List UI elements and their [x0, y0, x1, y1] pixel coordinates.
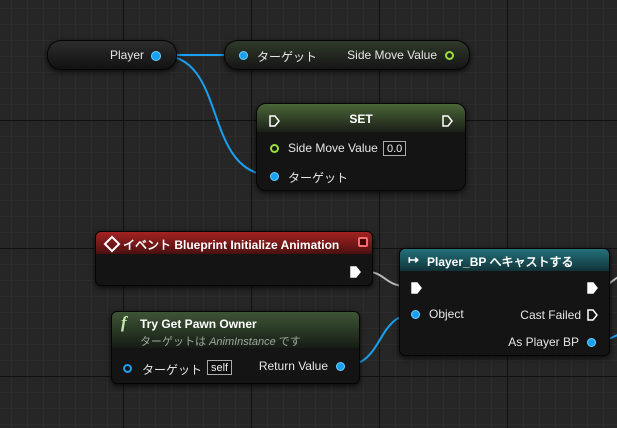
- diamond-icon: [103, 235, 121, 253]
- cast-failed-label: Cast Failed: [520, 308, 581, 322]
- player-output-pin[interactable]: [151, 51, 161, 61]
- set-side-move-value-input[interactable]: 0.0: [383, 141, 407, 156]
- pawn-subtitle-suffix: です: [275, 336, 301, 348]
- cast-object-label: Object: [429, 307, 464, 321]
- pawn-target-self-box[interactable]: self: [207, 360, 233, 375]
- cast-failed-exec-pin[interactable]: [587, 309, 598, 321]
- cast-object-pin[interactable]: [411, 310, 420, 319]
- event-title: イベント Blueprint Initialize Animation: [123, 238, 340, 252]
- set-target-pin[interactable]: [270, 172, 279, 181]
- as-player-bp-pin[interactable]: [587, 338, 596, 347]
- pawn-title: Try Get Pawn Owner: [140, 317, 257, 331]
- pawn-subtitle-class: AnimInstance: [209, 336, 276, 348]
- pawn-target-pin[interactable]: [123, 364, 132, 373]
- pawn-subtitle: ターゲットは AnimInstance です: [140, 333, 301, 349]
- cast-to-player-bp-node[interactable]: ↦ Player_BP へキャストする Object Cast Failed A…: [399, 248, 610, 356]
- get-target-pin[interactable]: [239, 51, 248, 60]
- event-exec-out-pin[interactable]: [350, 266, 361, 278]
- pawn-target-label: ターゲット: [142, 363, 203, 377]
- cast-exec-in-pin[interactable]: [411, 282, 422, 294]
- set-side-move-pin[interactable]: [270, 144, 279, 153]
- cast-arrow-icon: ↦: [408, 252, 419, 267]
- cast-exec-out-pin[interactable]: [587, 282, 598, 294]
- set-exec-out-pin[interactable]: [442, 115, 453, 127]
- pawn-return-label: Return Value: [258, 359, 328, 373]
- set-node[interactable]: SET Side Move Value 0.0 ターゲット: [256, 103, 466, 191]
- set-node-header: SET: [257, 104, 465, 132]
- set-target-label: ターゲット: [288, 171, 349, 185]
- set-side-move-label: Side Move Value: [288, 141, 378, 155]
- event-delegate-pin[interactable]: [358, 237, 368, 247]
- as-player-bp-label: As Player BP: [508, 335, 579, 349]
- function-f-icon: f: [121, 313, 127, 332]
- set-title: SET: [349, 112, 373, 126]
- set-exec-in-pin[interactable]: [269, 115, 280, 127]
- pawn-subtitle-prefix: ターゲットは: [140, 336, 210, 348]
- event-initialize-animation-node[interactable]: イベント Blueprint Initialize Animation: [95, 231, 373, 286]
- player-label: Player: [109, 48, 144, 62]
- pawn-node-header: f Try Get Pawn Owner ターゲットは AnimInstance…: [112, 312, 359, 348]
- event-node-header: イベント Blueprint Initialize Animation: [96, 232, 372, 254]
- pawn-return-pin[interactable]: [336, 362, 345, 371]
- get-output-label: Side Move Value: [347, 48, 437, 62]
- cast-node-header: ↦ Player_BP へキャストする: [400, 249, 609, 271]
- get-target-label: ターゲット: [257, 50, 318, 64]
- player-variable-node[interactable]: Player: [47, 40, 177, 70]
- side-move-value-output-pin[interactable]: [445, 51, 454, 60]
- get-side-move-value-node[interactable]: ターゲット Side Move Value: [224, 40, 470, 70]
- cast-title: Player_BP へキャストする: [427, 255, 574, 269]
- try-get-pawn-owner-node[interactable]: f Try Get Pawn Owner ターゲットは AnimInstance…: [111, 311, 360, 384]
